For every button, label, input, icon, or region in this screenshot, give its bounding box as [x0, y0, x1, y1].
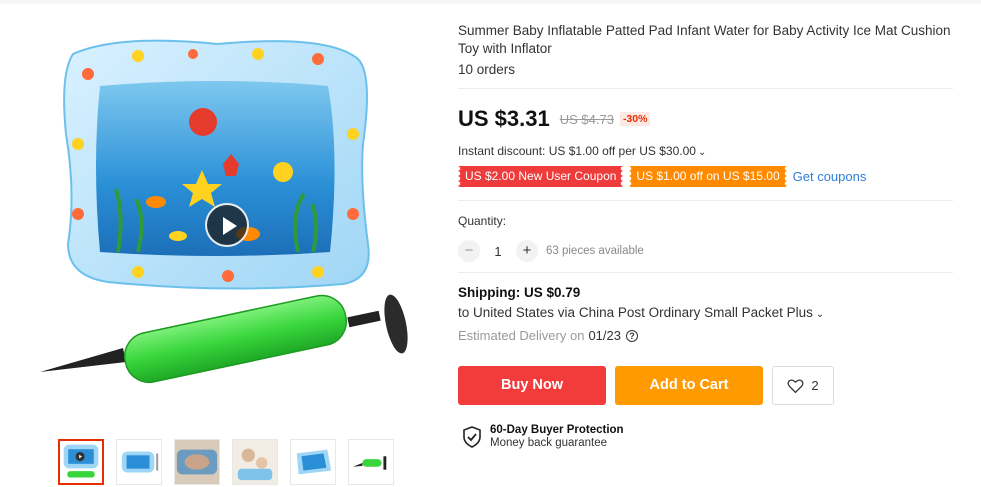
store-coupon[interactable]: US $1.00 off on US $15.00 — [629, 166, 787, 187]
shipping-method-dropdown[interactable]: to United States via China Post Ordinary… — [458, 305, 824, 320]
add-to-cart-button[interactable]: Add to Cart — [615, 366, 763, 405]
play-video-button[interactable] — [205, 203, 249, 247]
thumbnail-2[interactable] — [116, 439, 162, 485]
shipping-route-text: to United States via China Post Ordinary… — [458, 305, 813, 320]
thumbnail-5[interactable] — [290, 439, 336, 485]
protection-subtitle: Money back guarantee — [490, 437, 607, 449]
orders-count: 10 orders — [458, 62, 516, 77]
product-title: Summer Baby Inflatable Patted Pad Infant… — [458, 23, 951, 56]
coupon-row: US $2.00 New User Coupon US $1.00 off on… — [458, 166, 866, 187]
get-coupons-link[interactable]: Get coupons — [793, 169, 867, 184]
shield-check-icon — [463, 425, 481, 448]
divider — [458, 200, 953, 201]
discount-badge: -30% — [619, 112, 651, 126]
help-circle-icon[interactable]: ? — [626, 329, 638, 342]
thumbnail-1[interactable] — [58, 439, 104, 485]
thumbnail-strip — [58, 439, 394, 487]
pieces-available: 63 pieces available — [546, 245, 644, 257]
estimated-delivery-label: Estimated Delivery on — [458, 328, 585, 343]
heart-icon — [787, 378, 804, 393]
increase-quantity-button[interactable]: + — [516, 240, 538, 262]
thumbnail-4[interactable] — [232, 439, 278, 485]
chevron-down-icon: ⌄ — [815, 309, 825, 320]
chevron-down-icon: ⌄ — [697, 147, 707, 158]
product-gallery — [28, 14, 428, 434]
decrease-quantity-button[interactable]: − — [458, 240, 480, 262]
action-buttons: Buy Now Add to Cart 2 — [458, 366, 834, 405]
quantity-label: Quantity: — [458, 214, 507, 228]
divider — [458, 272, 953, 273]
protection-title: 60-Day Buyer Protection — [490, 424, 624, 436]
current-price: US $3.31 — [458, 106, 550, 131]
instant-discount-dropdown[interactable]: Instant discount: US $1.00 off per US $3… — [458, 144, 706, 158]
buyer-protection: 60-Day Buyer Protection Money back guara… — [462, 424, 624, 449]
new-user-coupon[interactable]: US $2.00 New User Coupon — [458, 166, 624, 187]
wishlist-button[interactable]: 2 — [772, 366, 834, 405]
wishlist-count: 2 — [811, 378, 819, 393]
divider — [458, 88, 953, 89]
quantity-value[interactable]: 1 — [480, 244, 516, 259]
thumbnail-6[interactable] — [348, 439, 394, 485]
thumbnail-3[interactable] — [174, 439, 220, 485]
top-strip — [0, 0, 981, 4]
instant-discount-text: Instant discount: US $1.00 off per US $3… — [458, 144, 696, 158]
price-row: US $3.31 US $4.73 -30% — [458, 106, 651, 132]
original-price: US $4.73 — [559, 111, 614, 127]
shipping-cost: Shipping: US $0.79 — [458, 285, 581, 300]
estimated-delivery: Estimated Delivery on 01/23 ? — [458, 328, 638, 343]
estimated-delivery-date: 01/23 — [588, 328, 621, 343]
buy-now-button[interactable]: Buy Now — [458, 366, 606, 405]
quantity-stepper: − 1 + 63 pieces available — [458, 240, 644, 262]
